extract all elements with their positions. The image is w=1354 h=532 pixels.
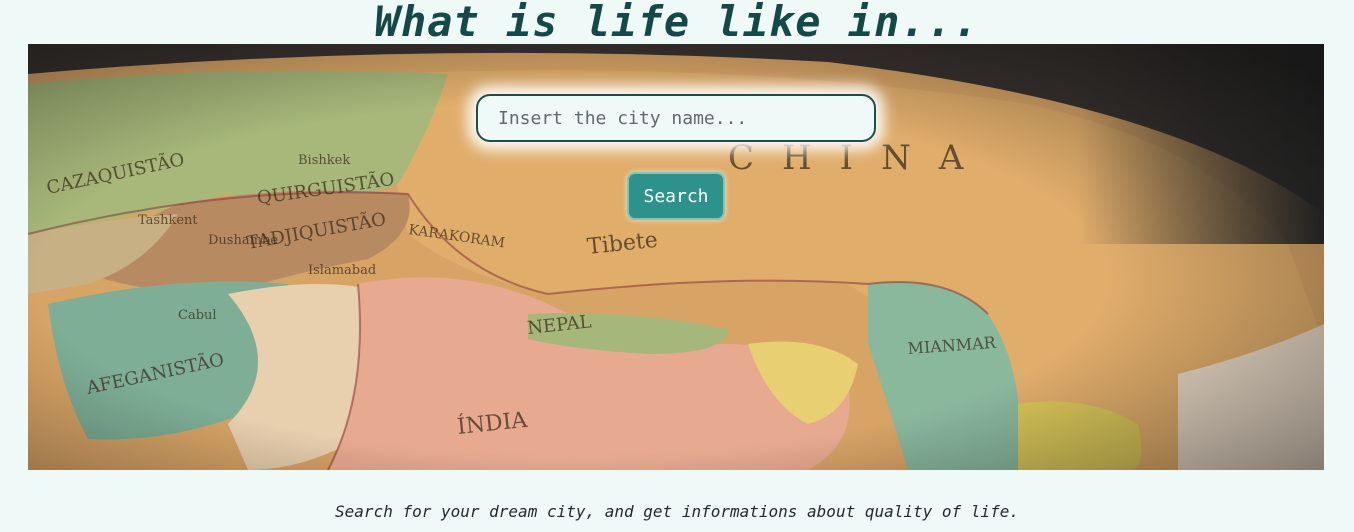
search-button[interactable]: Search <box>627 172 725 220</box>
page: What is life like in... Insert the city … <box>0 0 1354 532</box>
hero-banner: CAZAQUISTÃO QUIRGUISTÃO TADJIQUISTÃO AFE… <box>28 44 1324 470</box>
page-title: What is life like in... <box>374 0 980 46</box>
city-search-input[interactable] <box>476 94 876 142</box>
tagline-text: Search for your dream city, and get info… <box>335 502 1019 521</box>
